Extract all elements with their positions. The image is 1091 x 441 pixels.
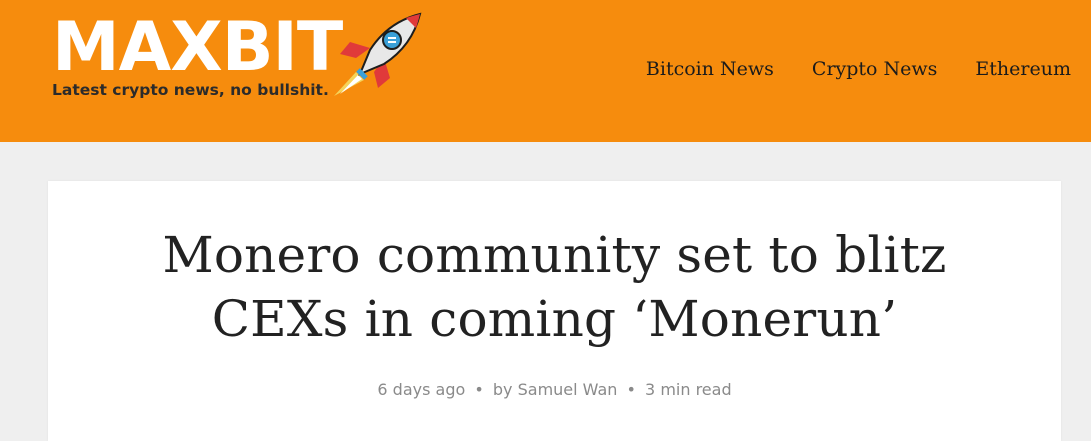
article-meta: 6 days ago • by Samuel Wan • 3 min read <box>48 379 1061 401</box>
published-date: 6 days ago <box>377 380 466 399</box>
site-tagline: Latest crypto news, no bullshit. <box>52 81 329 99</box>
meta-separator: • <box>626 380 636 399</box>
read-time: 3 min read <box>645 380 732 399</box>
article-title: Monero community set to blitz CEXs in co… <box>48 223 1061 351</box>
article-card: Monero community set to blitz CEXs in co… <box>48 181 1061 441</box>
nav-bitcoin-news[interactable]: Bitcoin News <box>646 55 774 83</box>
site-logo[interactable]: MAXBIT Latest crypto news, no bullshit. <box>52 10 422 110</box>
author-prefix: by <box>492 380 513 399</box>
article-title-line-1: Monero community set to blitz <box>162 226 947 284</box>
author-link[interactable]: Samuel Wan <box>518 380 618 399</box>
site-header: MAXBIT Latest crypto news, no bullshit. … <box>0 0 1091 142</box>
logo-wordmark: MAXBIT <box>52 8 343 87</box>
article-title-line-2: CEXs in coming ‘Monerun’ <box>211 290 898 348</box>
rocket-icon <box>334 12 422 96</box>
nav-ethereum[interactable]: Ethereum <box>975 55 1071 83</box>
nav-crypto-news[interactable]: Crypto News <box>812 55 938 83</box>
main-nav: Bitcoin News Crypto News Ethereum <box>646 55 1071 83</box>
meta-separator: • <box>474 380 484 399</box>
